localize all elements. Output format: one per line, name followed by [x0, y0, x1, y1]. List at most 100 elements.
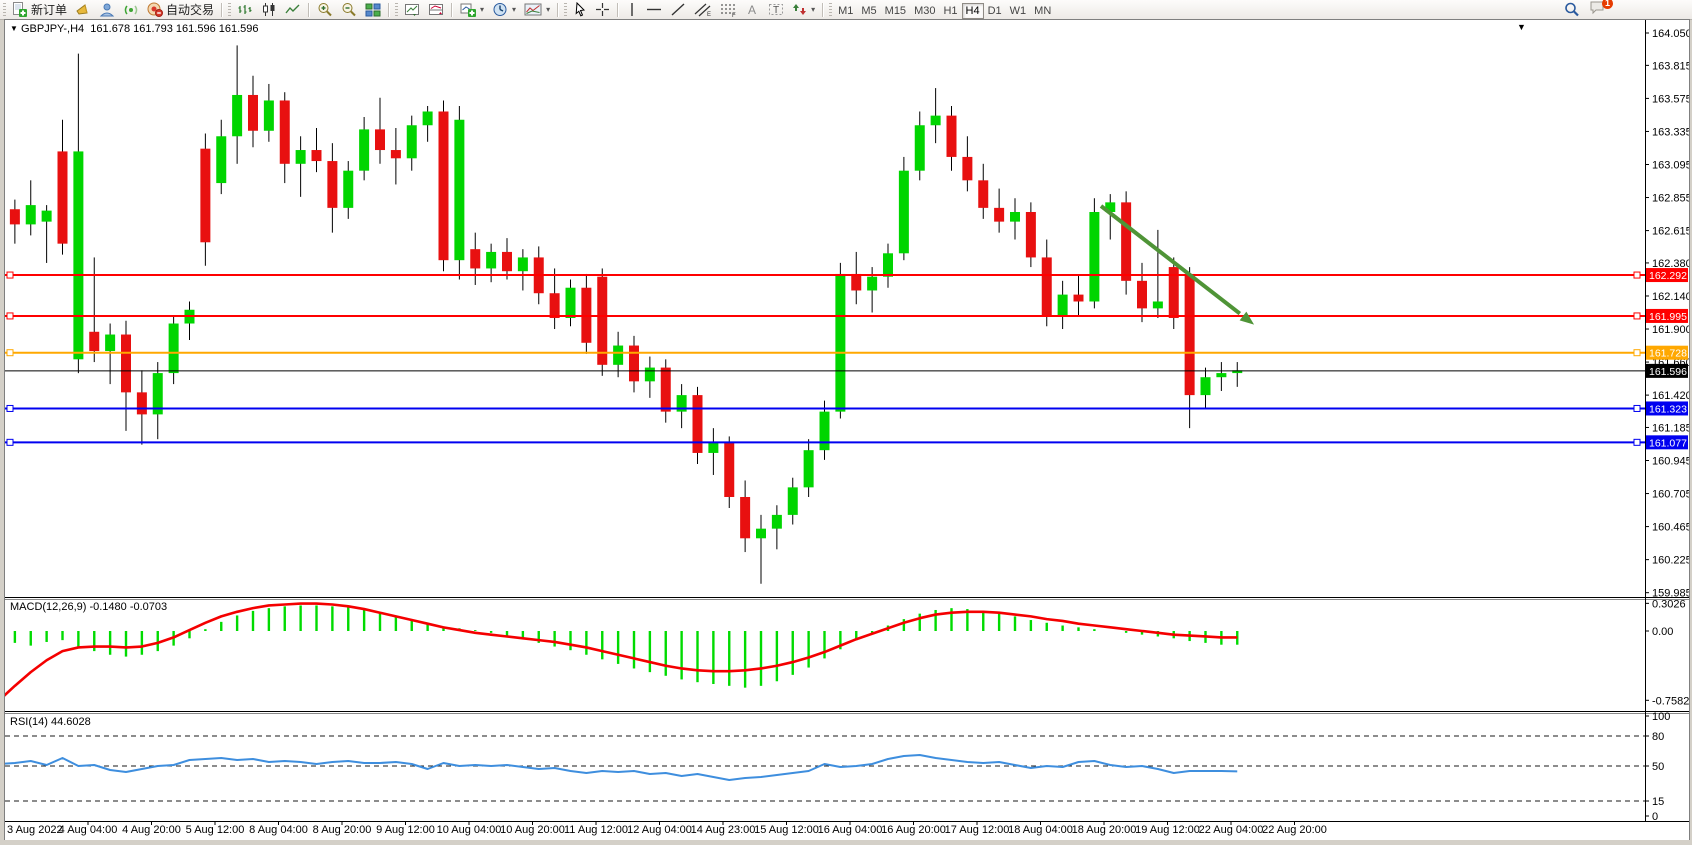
fibonacci-icon: F: [720, 2, 738, 17]
line-handle[interactable]: [1634, 313, 1640, 319]
add-indicator-button[interactable]: ▾: [456, 1, 488, 18]
line-handle[interactable]: [1634, 405, 1640, 411]
cursor-icon: [573, 2, 587, 17]
market-watch-button[interactable]: [71, 1, 95, 18]
line-handle[interactable]: [7, 350, 13, 356]
timeframe-m30[interactable]: M30: [910, 3, 939, 19]
toolbar-grip[interactable]: [395, 3, 398, 16]
line-handle[interactable]: [1634, 272, 1640, 278]
zoom-in-button[interactable]: [313, 1, 337, 18]
price-axis-label: 163.335: [1652, 126, 1689, 138]
toolbar-separator: [221, 3, 223, 17]
bear-candle: [597, 277, 607, 365]
timeframe-h4[interactable]: H4: [962, 3, 984, 19]
bull-candle: [169, 324, 179, 374]
indicator-subwindow-button[interactable]: [424, 1, 448, 18]
line-chart-button[interactable]: [281, 1, 305, 18]
bull-candle: [931, 116, 941, 126]
bear-candle: [1074, 295, 1084, 302]
vertical-line-icon: [626, 2, 638, 17]
line-handle[interactable]: [7, 405, 13, 411]
fibonacci-tool-button[interactable]: F: [716, 1, 742, 18]
timeframe-m1[interactable]: M1: [834, 3, 857, 19]
tile-windows-button[interactable]: [361, 1, 385, 18]
template-button[interactable]: ▾: [520, 1, 554, 18]
period-button[interactable]: ▾: [488, 1, 520, 18]
equidistant-channel-icon: E: [694, 2, 712, 17]
timeframe-toolbar: M1M5M15M30H1H4D1W1MN: [834, 1, 1055, 19]
indicator-window-button[interactable]: [400, 1, 424, 18]
new-order-button[interactable]: 新订单: [8, 1, 71, 18]
line-handle[interactable]: [7, 439, 13, 445]
time-axis-label: 12 Aug 04:00: [627, 824, 692, 836]
bear-candle: [200, 149, 210, 243]
timeframe-mn[interactable]: MN: [1030, 3, 1055, 19]
bull-candle: [407, 125, 417, 158]
text-tool-button[interactable]: A: [742, 1, 764, 18]
channel-tool-button[interactable]: E: [690, 1, 716, 18]
time-axis-label: 22 Aug 04:00: [1199, 824, 1264, 836]
timeframe-w1[interactable]: W1: [1006, 3, 1031, 19]
bull-candle: [486, 252, 496, 269]
line-handle[interactable]: [7, 272, 13, 278]
autotrading-button[interactable]: 自动交易: [143, 1, 218, 18]
text-label-icon: T: [768, 2, 784, 17]
new-order-icon: [12, 2, 28, 17]
community-button[interactable]: [95, 1, 119, 18]
price-axis-label: 160.225: [1652, 555, 1689, 567]
line-handle[interactable]: [1634, 439, 1640, 445]
hline-tool-button[interactable]: [642, 1, 666, 18]
candlestick-chart-button[interactable]: [257, 1, 281, 18]
time-axis-label: 18 Aug 04:00: [1008, 824, 1073, 836]
timeframe-d1[interactable]: D1: [984, 3, 1006, 19]
bear-candle: [851, 274, 861, 291]
bull-candle: [645, 368, 655, 382]
candlestick-icon: [261, 2, 277, 17]
chevron-down-icon: ▾: [512, 5, 516, 14]
timeframe-h1[interactable]: H1: [939, 3, 961, 19]
toolbar-grip[interactable]: [3, 3, 6, 16]
bull-candle: [26, 205, 36, 224]
search-icon[interactable]: [1564, 2, 1579, 17]
bull-candle: [42, 211, 52, 222]
price-axis-label: 160.705: [1652, 489, 1689, 501]
toolbar-right-icons: 1: [1564, 0, 1606, 19]
bull-candle: [232, 95, 242, 136]
line-handle[interactable]: [1634, 350, 1640, 356]
price-axis-label: 161.900: [1652, 324, 1689, 336]
bar-chart-button[interactable]: [233, 1, 257, 18]
crosshair-icon: [595, 2, 610, 17]
signals-button[interactable]: [119, 1, 143, 18]
cursor-tool-button[interactable]: [569, 1, 591, 18]
arrows-tool-button[interactable]: ▾: [788, 1, 819, 18]
toolbar-grip[interactable]: [829, 3, 832, 16]
toolbar-separator: [617, 3, 619, 17]
time-axis-label: 5 Aug 12:00: [186, 824, 245, 836]
price-line-badge-label: 161.077: [1649, 437, 1687, 449]
zoom-out-button[interactable]: [337, 1, 361, 18]
timeframe-m15[interactable]: M15: [881, 3, 910, 19]
bull-candle: [216, 136, 226, 183]
toolbar-separator: [388, 3, 390, 17]
bull-candle: [835, 274, 845, 412]
macd-axis-label: 0.00: [1652, 626, 1673, 638]
bull-candle: [788, 487, 798, 515]
toolbar-grip[interactable]: [228, 3, 231, 16]
main-toolbar: 新订单 自动交易: [0, 0, 1692, 20]
bull-candle: [264, 100, 274, 130]
notifications-button[interactable]: 1: [1589, 0, 1606, 20]
bull-candle: [1058, 295, 1068, 316]
chart-canvas[interactable]: 164.050163.815163.575163.335163.095162.8…: [5, 20, 1689, 840]
price-line-badge-label: 162.292: [1649, 270, 1687, 282]
toolbar-grip[interactable]: [564, 3, 567, 16]
vline-tool-button[interactable]: [622, 1, 642, 18]
text-label-tool-button[interactable]: T: [764, 1, 788, 18]
autotrading-label: 自动交易: [166, 1, 214, 18]
bear-candle: [947, 116, 957, 157]
crosshair-tool-button[interactable]: [591, 1, 614, 18]
bull-candle: [772, 515, 782, 529]
timeframe-m5[interactable]: M5: [857, 3, 880, 19]
trendline-tool-button[interactable]: [666, 1, 690, 18]
arrowhead-icon: [1240, 312, 1254, 325]
line-handle[interactable]: [7, 313, 13, 319]
